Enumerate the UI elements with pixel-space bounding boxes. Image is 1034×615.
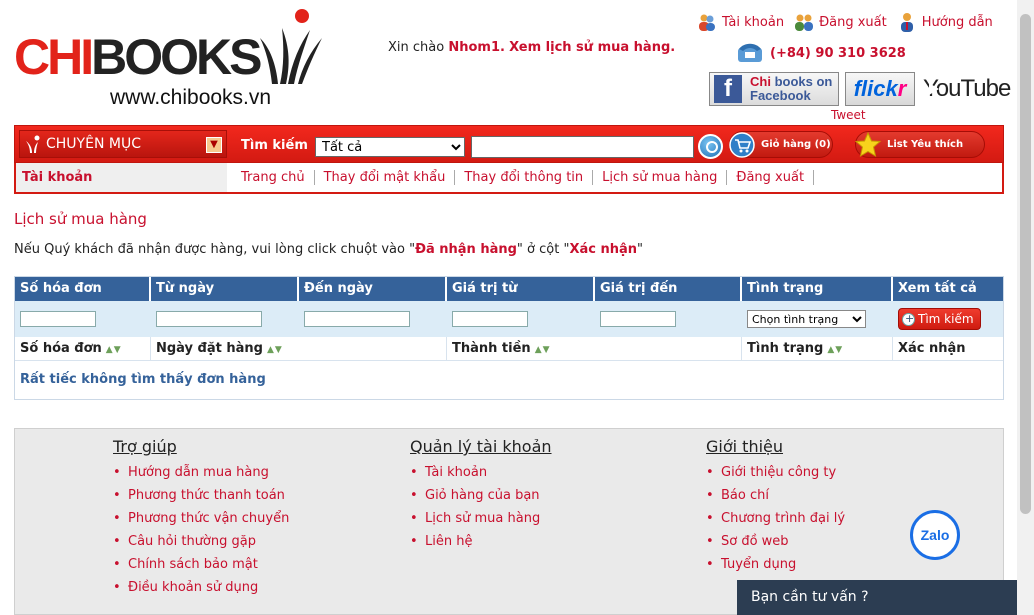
footer-link[interactable]: Chính sách bảo mật xyxy=(113,553,289,576)
users-icon xyxy=(699,14,715,31)
star-icon xyxy=(855,131,881,157)
filter-input-row: Chọn tình trạng Tìm kiếm xyxy=(15,301,1003,337)
username: Nhom1. xyxy=(448,40,505,55)
subnav-logout[interactable]: Đăng xuất xyxy=(727,170,815,185)
help-person-icon xyxy=(900,13,913,32)
hotline: (+84) 90 310 3628 xyxy=(736,42,906,64)
footer-account-column: Quản lý tài khoản Tài khoản Giỏ hàng của… xyxy=(410,437,552,553)
facebook-icon: f xyxy=(714,75,742,103)
footer-link[interactable]: Tài khoản xyxy=(410,461,552,484)
col-to-date: Đến ngày xyxy=(299,277,447,301)
sort-arrows-icon: ▲▼ xyxy=(827,344,844,355)
help-link[interactable]: Hướng dẫn xyxy=(897,12,993,32)
value-to-input[interactable] xyxy=(600,310,676,327)
col-view-all: Xem tất cả xyxy=(898,281,977,296)
logout-link[interactable]: Đăng xuất xyxy=(794,12,887,32)
footer-link[interactable]: Phương thức vận chuyển xyxy=(113,507,289,530)
zalo-chat-button[interactable]: Zalo xyxy=(910,510,960,560)
search-orders-button[interactable]: Tìm kiếm xyxy=(898,308,981,330)
account-link[interactable]: Tài khoản xyxy=(697,12,784,32)
page-title: Lịch sử mua hàng xyxy=(14,210,147,228)
account-subnav: Tài khoản Trang chủ Thay đổi mật khẩu Th… xyxy=(14,163,1004,194)
value-from-input[interactable] xyxy=(452,310,528,327)
favorites-button[interactable]: List Yêu thích xyxy=(855,131,985,158)
footer-link[interactable]: Tuyển dụng xyxy=(706,553,845,576)
category-logo-icon xyxy=(26,135,40,153)
footer-link[interactable]: Giỏ hàng của bạn xyxy=(410,484,552,507)
subnav-home[interactable]: Trang chủ xyxy=(232,170,315,185)
page-scrollbar[interactable] xyxy=(1017,0,1034,615)
subnav-section-title: Tài khoản xyxy=(16,163,227,192)
consult-chat-box[interactable]: Bạn cần tư vấn ? xyxy=(737,580,1017,615)
footer-link[interactable]: Giới thiệu công ty xyxy=(706,461,845,484)
site-logo[interactable]: CHIBOOKS www.chibooks.vn xyxy=(14,8,324,112)
top-links: Tài khoản Đăng xuất Hướng dẫn xyxy=(697,12,993,32)
sort-total[interactable]: Thành tiền ▲▼ xyxy=(447,336,742,361)
footer-link[interactable]: Phương thức thanh toán xyxy=(113,484,289,507)
sort-status[interactable]: Tình trạng ▲▼ xyxy=(742,336,893,361)
category-dropdown[interactable]: CHUYÊN MỤC ▼ xyxy=(19,130,227,158)
filter-header-row: Số hóa đơn Từ ngày Đến ngày Giá trị từ G… xyxy=(15,277,1003,301)
subnav-change-password[interactable]: Thay đổi mật khẩu xyxy=(315,170,456,185)
search-scope-select[interactable]: Tất cả xyxy=(315,137,465,157)
sort-header-row: Số hóa đơn ▲▼ Ngày đặt hàng ▲▼ Thành tiền ▲… xyxy=(15,336,1003,361)
col-status: Tình trạng xyxy=(742,277,893,301)
notice-text: Nếu Quý khách đã nhận được hàng, vui lòn… xyxy=(14,242,643,257)
status-select[interactable]: Chọn tình trạng xyxy=(747,310,866,328)
footer-about-column: Giới thiệu Giới thiệu công ty Báo chí Ch… xyxy=(706,437,845,576)
empty-message: Rất tiếc không tìm thấy đơn hàng xyxy=(20,372,266,387)
scrollbar-thumb[interactable] xyxy=(1020,14,1031,514)
footer-about-title: Giới thiệu xyxy=(706,437,784,456)
col-confirm: Xác nhận xyxy=(898,340,966,356)
footer-account-title: Quản lý tài khoản xyxy=(410,437,552,456)
logo-book-figure-icon xyxy=(260,9,322,84)
cart-icon xyxy=(729,131,755,158)
footer-help-title: Trợ giúp xyxy=(113,437,177,456)
search-label: Tìm kiếm xyxy=(241,138,308,153)
footer-link[interactable]: Sơ đồ web xyxy=(706,530,845,553)
sort-order-date[interactable]: Ngày đặt hàng ▲▼ xyxy=(151,336,447,361)
footer-link[interactable]: Liên hệ xyxy=(410,530,552,553)
footer-link[interactable]: Lịch sử mua hàng xyxy=(410,507,552,530)
order-history-table: Số hóa đơn Từ ngày Đến ngày Giá trị từ G… xyxy=(14,276,1004,400)
search-input[interactable] xyxy=(471,136,694,158)
main-navbar: CHUYÊN MỤC ▼ Tìm kiếm Tất cả Giỏ hàng (0… xyxy=(14,125,1004,163)
subnav-links: Trang chủ Thay đổi mật khẩu Thay đổi thô… xyxy=(232,170,815,185)
logo-url: www.chibooks.vn xyxy=(110,86,272,109)
footer-link[interactable]: Chương trình đại lý xyxy=(706,507,845,530)
sort-arrows-icon: ▲▼ xyxy=(266,344,283,355)
facebook-button[interactable]: f Chi books on Facebook xyxy=(709,72,839,106)
greeting-history-link[interactable]: Xem lịch sử mua hàng. xyxy=(509,40,675,55)
social-links: f Chi books on Facebook flick r YouTube xyxy=(709,72,1011,106)
cart-button[interactable]: Giỏ hàng (0) xyxy=(729,131,833,158)
phone-icon xyxy=(738,43,762,62)
logout-icon xyxy=(795,14,814,31)
footer-link[interactable]: Hướng dẫn mua hàng xyxy=(113,461,289,484)
subnav-change-info[interactable]: Thay đổi thông tin xyxy=(455,170,594,185)
chevron-down-icon: ▼ xyxy=(206,137,222,153)
to-date-input[interactable] xyxy=(304,310,410,327)
invoice-number-input[interactable] xyxy=(20,310,96,327)
col-from-date: Từ ngày xyxy=(151,277,299,301)
footer-link[interactable]: Báo chí xyxy=(706,484,845,507)
magnifier-plus-icon xyxy=(902,312,915,326)
sort-arrows-icon: ▲▼ xyxy=(534,344,551,355)
sort-invoice-number[interactable]: Số hóa đơn ▲▼ xyxy=(15,336,151,361)
col-invoice-number: Số hóa đơn xyxy=(15,277,151,301)
col-value-to: Giá trị đến xyxy=(595,277,742,301)
col-value-from: Giá trị từ xyxy=(447,277,595,301)
search-button[interactable] xyxy=(698,134,723,159)
tweet-link[interactable]: Tweet xyxy=(831,108,866,122)
logo-wordmark: CHIBOOKS xyxy=(14,29,262,85)
from-date-input[interactable] xyxy=(156,310,262,327)
footer-help-column: Trợ giúp Hướng dẫn mua hàng Phương thức … xyxy=(113,437,289,599)
footer-link[interactable]: Câu hỏi thường gặp xyxy=(113,530,289,553)
greeting: Xin chào Nhom1. Xem lịch sử mua hàng. xyxy=(388,40,676,55)
flickr-button[interactable]: flick r xyxy=(845,72,915,106)
sort-arrows-icon: ▲▼ xyxy=(105,344,122,355)
subnav-order-history[interactable]: Lịch sử mua hàng xyxy=(593,170,728,185)
youtube-button[interactable]: YouTube xyxy=(921,72,1011,106)
footer-link[interactable]: Điều khoản sử dụng xyxy=(113,576,289,599)
